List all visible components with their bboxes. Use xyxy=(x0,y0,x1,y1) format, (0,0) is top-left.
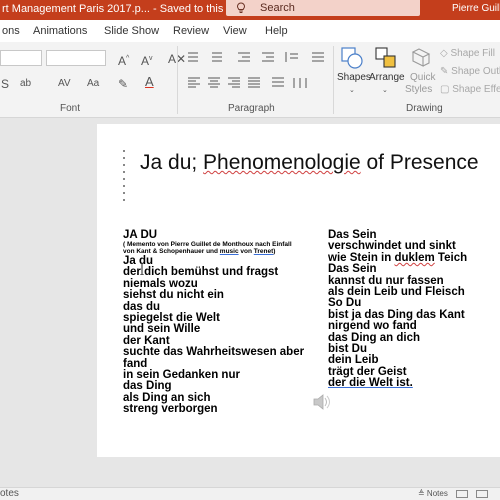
ribbon: A^ Av A✕ S ab AV Aa ✎ A Font Paragraph xyxy=(0,42,500,118)
text-cursor-icon xyxy=(140,263,144,275)
list-indent-icons[interactable] xyxy=(186,50,336,64)
document-title: rt Management Paris 2017.p... - Saved to… xyxy=(2,3,242,15)
font-color-icon[interactable]: A xyxy=(145,75,154,88)
strikethrough-icon[interactable]: S xyxy=(1,78,9,90)
increase-font-icon[interactable]: A^ xyxy=(118,53,129,67)
title-misspelled-word: Phenomenologie xyxy=(203,151,361,174)
arrange-button[interactable]: Arrange xyxy=(369,72,405,83)
notes-pane-label[interactable]: otes xyxy=(0,488,19,499)
alignment-icons[interactable] xyxy=(186,76,336,90)
search-input[interactable]: Search xyxy=(260,2,295,14)
font-size-box[interactable] xyxy=(46,50,106,66)
normal-view-icon[interactable] xyxy=(456,490,468,498)
subtitle-close: ) xyxy=(273,248,276,256)
shape-fill-button[interactable]: ◇ Shape Fill xyxy=(440,48,495,59)
title-suffix: of Presence xyxy=(360,151,479,174)
poem-line: nirgend wo fand xyxy=(328,320,417,333)
title-bar: rt Management Paris 2017.p... - Saved to… xyxy=(0,0,500,20)
poem-last-line: der die Welt ist. xyxy=(328,377,413,390)
decrease-font-icon[interactable]: Av xyxy=(141,53,153,67)
poem-line: streng verborgen xyxy=(123,403,218,416)
left-text-box[interactable]: JA DU ( Memento von Pierre Guillet de Mo… xyxy=(123,229,305,416)
chevron-down-icon[interactable]: ⌄ xyxy=(382,85,388,97)
drawing-group-label: Drawing xyxy=(406,103,443,114)
subtitle-von: von xyxy=(238,248,254,256)
slide-sorter-view-icon[interactable] xyxy=(476,490,488,498)
poem-line: Das Sein xyxy=(328,263,377,276)
shapes-icon[interactable] xyxy=(340,46,364,70)
shape-fill-label: Shape Fill xyxy=(450,48,495,59)
arrange-icon[interactable] xyxy=(374,46,398,70)
subtitle-music: music xyxy=(219,248,239,256)
poem-line: siehst du nicht ein xyxy=(123,289,224,302)
title-prefix: Ja du; xyxy=(140,151,204,174)
text-placeholder-marker xyxy=(123,150,125,201)
misspelled-word: duklem xyxy=(394,251,435,264)
line-part: Teich xyxy=(434,251,468,264)
user-name[interactable]: Pierre Guille xyxy=(452,3,500,14)
slide-canvas[interactable]: Ja du; Phenomenologie of Presence JA DU … xyxy=(97,124,500,457)
chevron-down-icon[interactable]: ⌄ xyxy=(349,85,355,97)
tab-animations[interactable]: Animations xyxy=(33,25,87,37)
quick-styles-icon[interactable] xyxy=(409,46,433,70)
shape-effects-button[interactable]: ▢ Shape Effec xyxy=(440,84,500,95)
font-color-small-icon[interactable]: ab xyxy=(20,78,31,90)
font-group-label: Font xyxy=(60,103,81,114)
audio-speaker-icon[interactable] xyxy=(312,392,332,412)
lightbulb-search-icon xyxy=(236,2,246,13)
tab-transitions[interactable]: ons xyxy=(2,25,20,37)
shape-outline-label: Shape Outli xyxy=(451,66,500,77)
subtitle-trenet: Trenet xyxy=(253,248,274,256)
line-part: wie Stein in xyxy=(328,251,395,264)
highlight-icon[interactable]: ✎ xyxy=(118,78,128,90)
tab-review[interactable]: Review xyxy=(173,25,209,37)
quick-styles-label-1[interactable]: Quick xyxy=(410,72,436,83)
ribbon-tabs: ons Animations Slide Show Review View He… xyxy=(0,20,500,42)
poem-line: suchte das Wahrheitswesen aber xyxy=(123,346,305,359)
right-text-box[interactable]: Das Sein verschwindet und sinkt wie Stei… xyxy=(328,229,468,390)
paragraph-group-label: Paragraph xyxy=(228,103,275,114)
poem-heading: JA DU xyxy=(123,229,158,241)
notes-button[interactable]: ≜ Notes xyxy=(418,489,448,498)
shape-effects-label: Shape Effec xyxy=(452,84,500,95)
divider xyxy=(177,46,178,114)
slide-title[interactable]: Ja du; Phenomenologie of Presence xyxy=(140,151,479,175)
font-name-box[interactable] xyxy=(0,50,42,66)
quick-styles-label-2[interactable]: Styles xyxy=(405,84,432,95)
tab-help[interactable]: Help xyxy=(265,25,288,37)
divider xyxy=(333,46,334,114)
tab-slide-show[interactable]: Slide Show xyxy=(104,25,159,37)
shapes-button[interactable]: Shapes xyxy=(337,72,371,83)
status-bar: otes ≜ Notes xyxy=(0,487,500,500)
change-case-icon[interactable]: Aa xyxy=(87,78,99,90)
search-box[interactable]: Search xyxy=(226,0,420,16)
character-spacing-icon[interactable]: AV xyxy=(58,78,71,90)
shape-outline-button[interactable]: ✎ Shape Outli xyxy=(440,66,500,77)
tab-view[interactable]: View xyxy=(223,25,247,37)
